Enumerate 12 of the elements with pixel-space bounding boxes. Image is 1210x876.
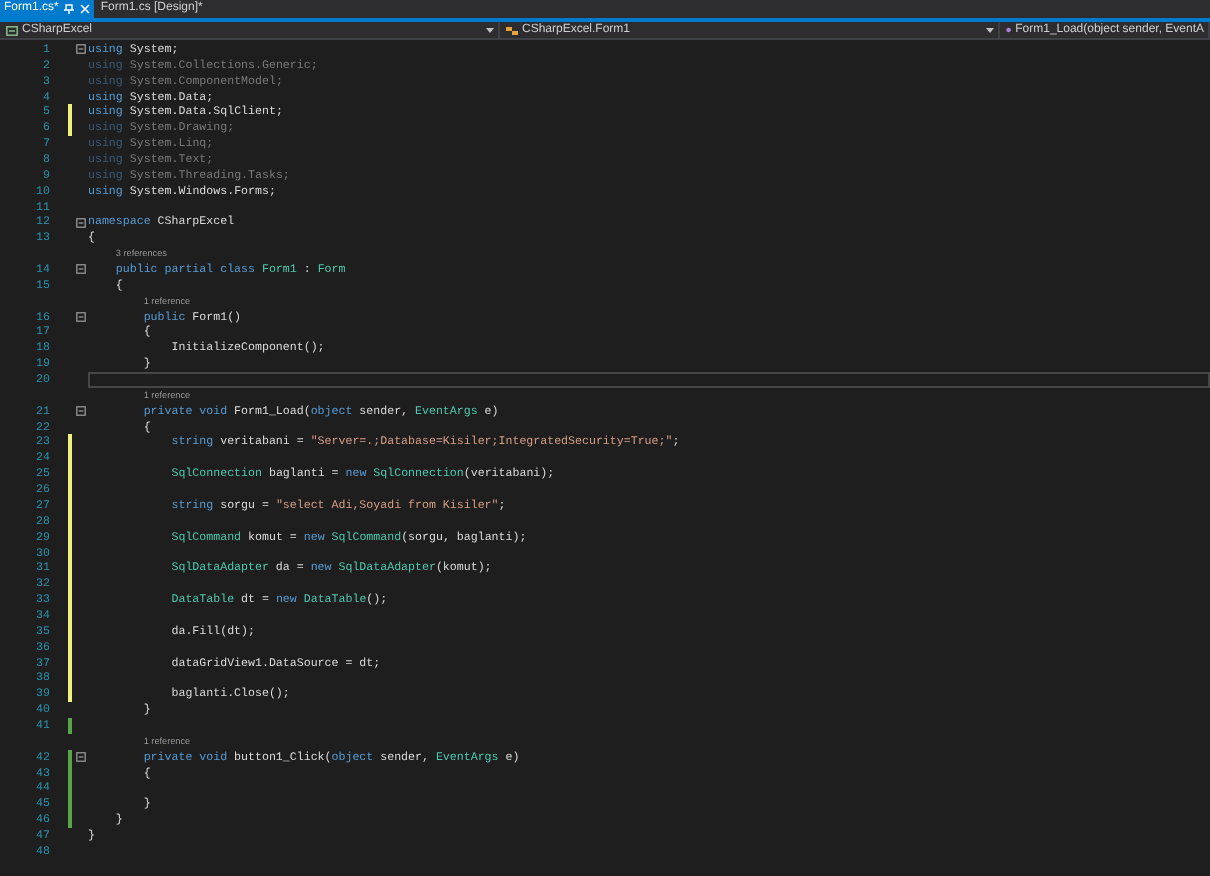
dropdown-arrow-icon <box>486 27 494 33</box>
dropdown-arrow-icon <box>986 27 994 33</box>
collapse-toggle-icon[interactable] <box>75 44 85 55</box>
close-icon[interactable] <box>80 4 91 14</box>
collapse-toggle-icon[interactable] <box>75 312 85 323</box>
collapse-toggle-icon[interactable] <box>75 406 85 417</box>
project-icon <box>6 25 18 35</box>
class-icon <box>506 25 518 35</box>
collapse-toggle-icon[interactable] <box>75 217 85 228</box>
collapse-toggle-icon[interactable] <box>75 752 85 763</box>
pin-icon[interactable] <box>64 4 75 14</box>
collapse-toggle-icon[interactable] <box>75 264 85 275</box>
